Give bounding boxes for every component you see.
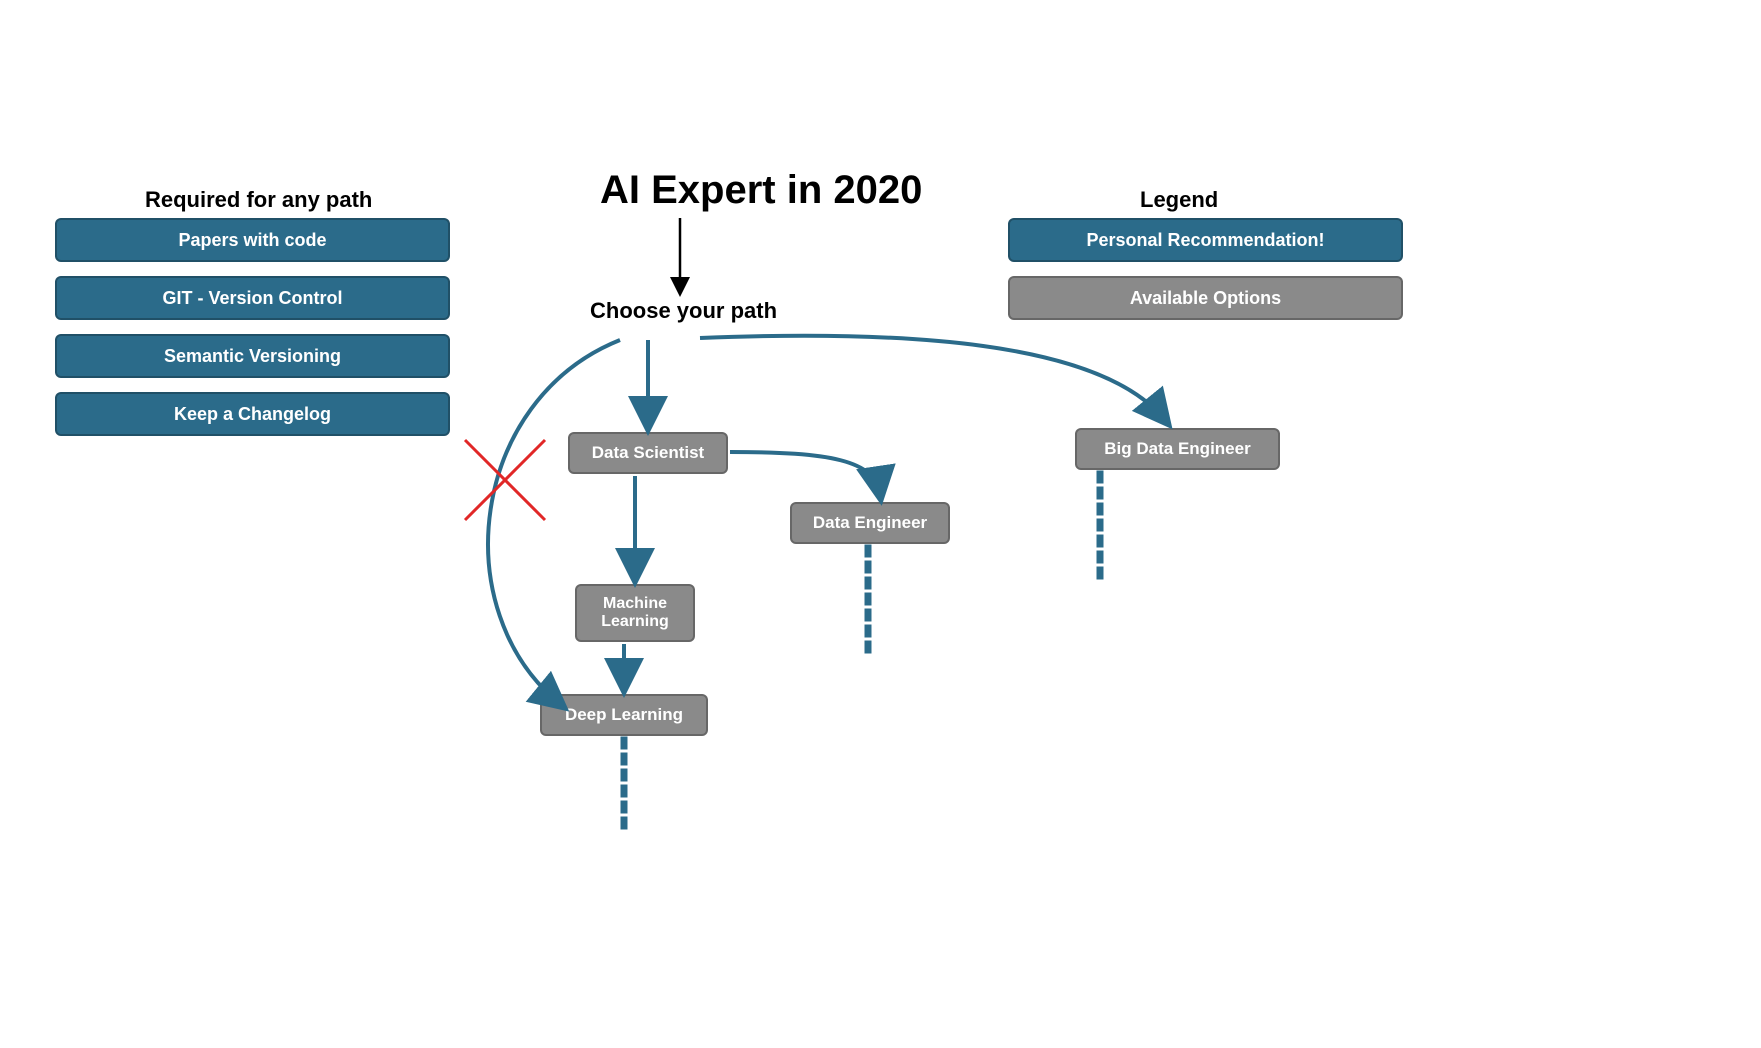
- cross-icon: [465, 440, 545, 520]
- node-data-engineer: Data Engineer: [790, 502, 950, 544]
- required-item-semantic-versioning: Semantic Versioning: [55, 334, 450, 378]
- required-item-keep-a-changelog: Keep a Changelog: [55, 392, 450, 436]
- legend-available: Available Options: [1008, 276, 1403, 320]
- node-big-data-engineer: Big Data Engineer: [1075, 428, 1280, 470]
- required-item-papers-with-code: Papers with code: [55, 218, 450, 262]
- legend-recommendation: Personal Recommendation!: [1008, 218, 1403, 262]
- diagram-canvas: AI Expert in 2020 Required for any path …: [0, 0, 1761, 1048]
- legend-heading: Legend: [1140, 187, 1218, 213]
- choose-your-path-label: Choose your path: [590, 298, 777, 324]
- node-data-scientist: Data Scientist: [568, 432, 728, 474]
- required-heading: Required for any path: [145, 187, 372, 213]
- node-machine-learning: Machine Learning: [575, 584, 695, 642]
- diagram-title: AI Expert in 2020: [600, 168, 922, 213]
- required-item-git-version-control: GIT - Version Control: [55, 276, 450, 320]
- node-deep-learning: Deep Learning: [540, 694, 708, 736]
